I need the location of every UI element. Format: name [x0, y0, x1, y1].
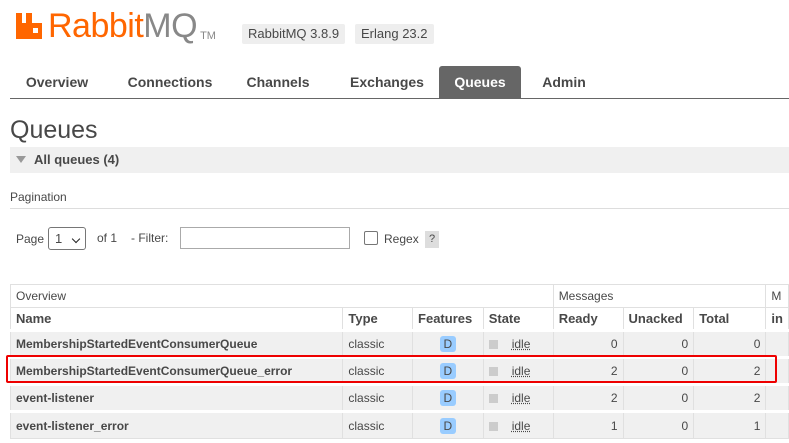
durable-badge: D	[439, 363, 456, 379]
ready-count: 2	[552, 383, 624, 412]
rabbitmq-logo: RabbitMQ TM	[14, 8, 216, 44]
table-row[interactable]: event-listener classic D idle 2 0 2	[9, 383, 789, 412]
group-header-overview: Overview	[10, 284, 554, 308]
queue-type: classic	[342, 356, 414, 385]
logo-wordmark: RabbitMQ	[48, 7, 198, 45]
col-type[interactable]: Type	[342, 307, 414, 331]
table-row[interactable]: event-listener_error classic D idle 1 0 …	[9, 410, 789, 439]
regex-checkbox[interactable]	[364, 231, 378, 245]
queue-name-link[interactable]: event-listener_error	[9, 410, 344, 439]
total-count: 2	[693, 383, 767, 412]
filter-input[interactable]	[180, 227, 350, 249]
page-label: Page	[16, 232, 45, 246]
rabbitmq-logo-icon	[16, 13, 42, 39]
durable-badge: D	[439, 336, 456, 352]
ready-count: 0	[552, 329, 624, 358]
col-incoming[interactable]: in	[765, 307, 789, 331]
chevron-down-icon	[71, 234, 81, 244]
regex-label: Regex	[384, 232, 419, 246]
queue-state: idle	[511, 364, 531, 378]
incoming-rate	[765, 356, 789, 385]
page-select-value: 1	[55, 231, 63, 246]
unacked-count: 0	[622, 356, 695, 385]
tab-exchanges[interactable]: Exchanges	[334, 66, 440, 98]
queue-state: idle	[511, 337, 531, 351]
tab-queues[interactable]: Queues	[439, 66, 521, 98]
col-ready[interactable]: Ready	[552, 307, 624, 331]
incoming-rate	[765, 329, 789, 358]
durable-badge: D	[439, 390, 456, 406]
ready-count: 1	[552, 410, 624, 439]
state-idle-icon	[488, 340, 498, 350]
tab-channels[interactable]: Channels	[232, 66, 324, 98]
ready-count: 2	[552, 356, 624, 385]
page-select[interactable]: 1	[48, 227, 86, 250]
logo-rabbit-text: Rabbit	[48, 7, 144, 45]
durable-badge: D	[439, 417, 456, 434]
state-idle-icon	[488, 394, 498, 404]
group-header-rates: M	[765, 284, 789, 308]
erlang-version-badge: Erlang 23.2	[355, 24, 434, 44]
incoming-rate	[765, 383, 789, 412]
unacked-count: 0	[622, 383, 695, 412]
state-idle-icon	[488, 367, 498, 377]
page-title: Queues	[10, 116, 98, 144]
group-header-messages: Messages	[552, 284, 767, 308]
col-state[interactable]: State	[482, 307, 554, 331]
logo-mq-text: MQ	[143, 7, 198, 45]
unacked-count: 0	[622, 410, 695, 439]
pagination-label: Pagination	[10, 190, 67, 204]
tab-overview[interactable]: Overview	[10, 66, 104, 98]
queue-type: classic	[342, 329, 414, 358]
queue-name-link[interactable]: MembershipStartedEventConsumerQueue	[9, 329, 344, 358]
unacked-count: 0	[622, 329, 695, 358]
queue-name-link[interactable]: MembershipStartedEventConsumerQueue_erro…	[9, 356, 344, 385]
pagination-divider	[10, 208, 789, 209]
col-unacked[interactable]: Unacked	[622, 307, 695, 331]
col-features[interactable]: Features	[412, 307, 484, 331]
queue-state: idle	[511, 391, 531, 405]
help-icon[interactable]: ?	[425, 231, 439, 248]
col-name[interactable]: Name	[9, 307, 344, 331]
total-count: 1	[693, 410, 767, 439]
tab-connections[interactable]: Connections	[110, 66, 230, 98]
queues-table: Overview Messages M Name Type Features S…	[9, 284, 789, 439]
incoming-rate	[765, 410, 789, 439]
queue-name-link[interactable]: event-listener	[9, 383, 344, 412]
caret-down-icon	[16, 156, 26, 163]
section-title: All queues (4)	[34, 152, 120, 167]
queue-type: classic	[342, 410, 414, 439]
all-queues-section-toggle[interactable]: All queues (4)	[10, 147, 789, 173]
state-idle-icon	[488, 421, 498, 431]
tab-admin[interactable]: Admin	[528, 66, 600, 98]
main-nav: Overview Connections Channels Exchanges …	[10, 66, 789, 99]
filter-label: - Filter:	[131, 231, 169, 245]
queue-type: classic	[342, 383, 414, 412]
page-count-label: of 1	[97, 231, 118, 245]
total-count: 2	[693, 356, 767, 385]
queue-state: idle	[511, 418, 531, 433]
col-total[interactable]: Total	[693, 307, 767, 331]
rabbitmq-version-badge: RabbitMQ 3.8.9	[242, 24, 346, 44]
logo-trademark: TM	[200, 30, 216, 42]
table-row[interactable]: MembershipStartedEventConsumerQueue clas…	[9, 329, 789, 358]
total-count: 0	[693, 329, 767, 358]
table-row[interactable]: MembershipStartedEventConsumerQueue_erro…	[9, 356, 789, 385]
